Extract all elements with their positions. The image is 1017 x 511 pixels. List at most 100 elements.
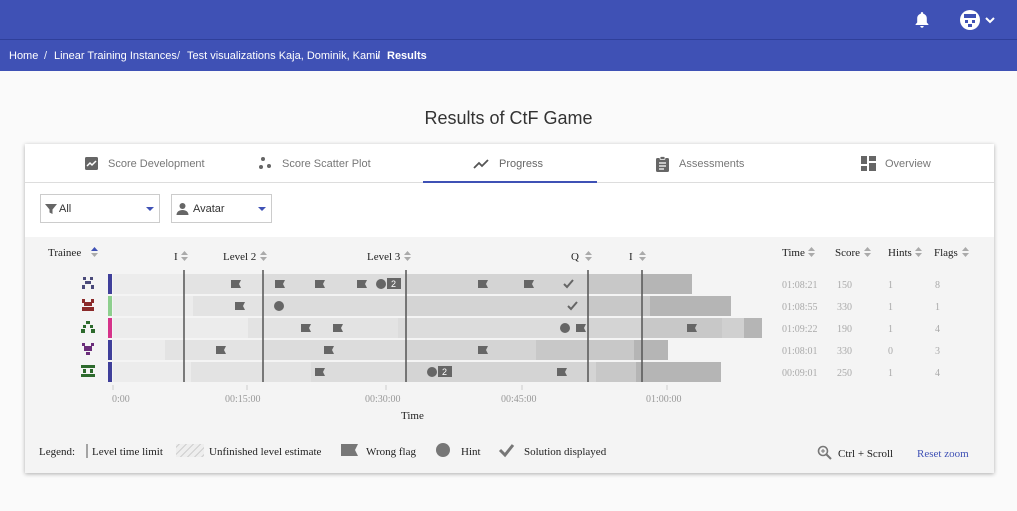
chart-line-box-icon xyxy=(85,157,98,170)
time-column-header: Time xyxy=(782,247,805,259)
trainee-header: Trainee xyxy=(48,247,81,259)
sort-icon[interactable] xyxy=(639,251,646,261)
trainee-progress-row[interactable] xyxy=(113,296,731,316)
user-menu-icon[interactable] xyxy=(958,9,998,31)
trainee-color-stripe xyxy=(108,362,112,382)
tab-label: Score Development xyxy=(108,157,205,170)
row-flags: 8 xyxy=(935,280,940,291)
tab-progress[interactable]: Progress xyxy=(473,144,543,183)
tab-label: Overview xyxy=(885,157,931,170)
trainee-color-stripe xyxy=(108,274,112,294)
tab-score-development[interactable]: Score Development xyxy=(84,144,205,183)
legend-title: Legend: xyxy=(39,446,75,458)
sort-icon[interactable] xyxy=(91,247,98,257)
row-score: 190 xyxy=(837,324,852,335)
progress-chart[interactable]: Trainee I Level 2 Level 3 Q I Time Score… xyxy=(25,237,994,473)
trainee-color-stripe xyxy=(108,318,112,338)
breadcrumb-instance[interactable]: Test visualizations Kaja, Dominik, Kamil xyxy=(187,50,380,62)
row-score: 250 xyxy=(837,368,852,379)
row-hints: 1 xyxy=(888,324,893,335)
row-score: 150 xyxy=(837,280,852,291)
display-select[interactable]: Avatar xyxy=(171,194,272,223)
app-toolbar xyxy=(0,0,1017,39)
time-tick-label: 00:30:00 xyxy=(365,394,401,405)
trainee-color-stripe xyxy=(108,340,112,360)
level-header: Q xyxy=(571,251,579,263)
row-hints: 1 xyxy=(888,302,893,313)
scatter-icon xyxy=(259,157,271,169)
hint-legend-icon xyxy=(436,443,450,457)
legend-hint: Hint xyxy=(461,446,481,458)
page-title: Results of CtF Game xyxy=(424,108,593,128)
filter-select[interactable]: All xyxy=(40,194,160,223)
tab-score-scatter-plot[interactable]: Score Scatter Plot xyxy=(258,144,371,183)
time-axis-ticks xyxy=(112,385,668,390)
trainee-progress-row[interactable]: 2 xyxy=(113,362,721,382)
unfinished-estimate-legend-icon xyxy=(176,444,204,457)
sort-icon[interactable] xyxy=(404,251,411,261)
sort-icon[interactable] xyxy=(260,251,267,261)
time-axis-label: Time xyxy=(401,410,424,422)
tab-label: Assessments xyxy=(679,157,745,170)
hints-column-header: Hints xyxy=(888,247,912,259)
trainee-progress-row[interactable]: 2 xyxy=(113,274,692,294)
results-tabs: Score Development Score Scatter Plot Pro… xyxy=(25,144,994,183)
flags-column-header: Flags xyxy=(934,247,958,259)
row-time: 01:09:22 xyxy=(782,324,818,335)
trainee-avatar[interactable] xyxy=(81,321,95,333)
trainee-color-stripe xyxy=(108,296,112,316)
active-tab-indicator xyxy=(423,181,597,183)
notifications-bell-icon[interactable] xyxy=(914,11,930,29)
person-icon xyxy=(176,203,189,215)
breadcrumb-separator: / xyxy=(377,50,381,62)
tab-assessments[interactable]: Assessments xyxy=(655,144,744,183)
trainee-avatar[interactable] xyxy=(81,365,95,377)
row-hints: 1 xyxy=(888,280,893,291)
sort-icon[interactable] xyxy=(181,251,188,261)
row-hints: 1 xyxy=(888,368,893,379)
filter-select-value: All xyxy=(59,202,72,215)
trainee-avatar[interactable] xyxy=(81,277,95,289)
zoom-hint: Ctrl + Scroll xyxy=(838,448,893,460)
trainee-progress-row[interactable] xyxy=(113,318,762,338)
sort-icon[interactable] xyxy=(808,247,815,257)
wrong-flag-legend-icon xyxy=(341,444,358,456)
time-tick-label: 01:00:00 xyxy=(646,394,682,405)
row-time: 00:09:01 xyxy=(782,368,818,379)
row-flags: 1 xyxy=(935,302,940,313)
legend-solution: Solution displayed xyxy=(524,446,607,458)
zoom-icon xyxy=(817,445,832,460)
clipboard-icon xyxy=(656,155,669,172)
legend-wrong-flag: Wrong flag xyxy=(366,446,416,458)
tab-label: Score Scatter Plot xyxy=(282,157,371,170)
sort-icon[interactable] xyxy=(864,247,871,257)
row-flags: 4 xyxy=(935,368,940,379)
row-time: 01:08:21 xyxy=(782,280,818,291)
trainee-avatar[interactable] xyxy=(82,343,94,355)
level-header: Level 2 xyxy=(223,251,256,263)
row-flags: 3 xyxy=(935,346,940,357)
sort-icon[interactable] xyxy=(962,247,969,257)
row-score: 330 xyxy=(837,302,852,313)
row-flags: 4 xyxy=(935,324,940,335)
breadcrumb-linear-training-instances[interactable]: Linear Training Instances xyxy=(54,50,177,62)
reset-zoom-button[interactable]: Reset zoom xyxy=(917,448,969,460)
breadcrumb-home[interactable]: Home xyxy=(9,50,38,62)
solution-displayed-legend-icon xyxy=(498,444,515,458)
sort-icon[interactable] xyxy=(915,247,922,257)
trainee-progress-row[interactable] xyxy=(113,340,668,360)
hint-count-badge: 2 xyxy=(442,367,447,377)
row-hints: 0 xyxy=(888,346,893,357)
chevron-down-icon xyxy=(146,207,154,211)
progress-visualization: Trainee I Level 2 Level 3 Q I Time Score… xyxy=(25,237,994,473)
results-card: Score Development Score Scatter Plot Pro… xyxy=(25,144,994,473)
dashboard-icon xyxy=(861,156,876,171)
sort-icon[interactable] xyxy=(585,251,592,261)
tab-label: Progress xyxy=(499,157,544,170)
level-header: I xyxy=(174,251,178,263)
time-tick-label: 00:15:00 xyxy=(225,394,261,405)
tab-overview[interactable]: Overview xyxy=(861,144,931,183)
trainee-avatar[interactable] xyxy=(82,299,94,311)
legend-level-time-limit: Level time limit xyxy=(92,446,163,458)
time-tick-label: 0:00 xyxy=(112,394,130,405)
